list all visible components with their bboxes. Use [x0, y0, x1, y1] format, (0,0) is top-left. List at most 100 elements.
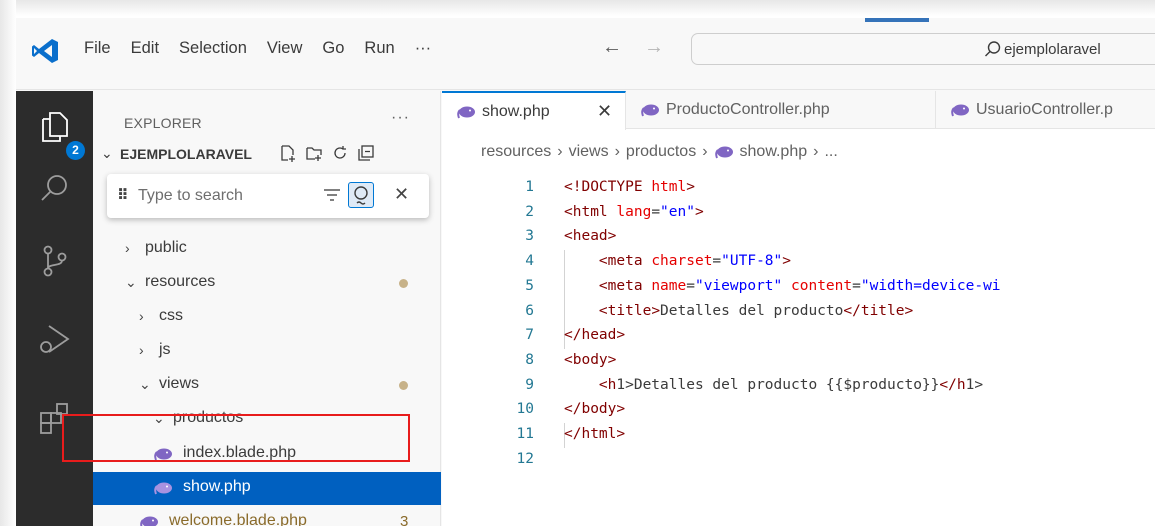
tab-label: ProductoController.php: [666, 101, 830, 118]
tree-item-show-php[interactable]: show.php: [93, 472, 441, 505]
php-elephant-icon: [457, 106, 475, 119]
new-file-icon[interactable]: [279, 144, 297, 162]
modified-dot: [399, 279, 408, 288]
navigation-arrows: ← →: [602, 36, 664, 59]
line-number: 5: [525, 277, 534, 294]
explorer-badge: 2: [66, 141, 85, 160]
code-line[interactable]: <body>: [564, 352, 616, 368]
chevron-right-icon: ›: [702, 143, 708, 160]
window-shadow: [0, 0, 1155, 16]
project-header[interactable]: ⌄ EJEMPLOLARAVEL: [93, 141, 441, 169]
code-line[interactable]: <h1>Detalles del producto {{$producto}}<…: [564, 377, 983, 393]
tree-item-views[interactable]: ⌄ views: [93, 369, 441, 402]
editor-tabs: show.php ✕ ProductoController.php Usuari…: [442, 91, 1155, 130]
window-shadow-left: [0, 0, 16, 526]
breadcrumb-tail[interactable]: ...: [824, 143, 837, 161]
refresh-icon[interactable]: [331, 144, 349, 162]
tab-producto-controller[interactable]: ProductoController.php: [626, 91, 936, 129]
chevron-down-icon: ⌄: [139, 376, 151, 392]
tree-item-label: views: [159, 375, 200, 392]
problems-count: 3: [400, 513, 409, 526]
tree-item-label: css: [159, 307, 183, 324]
breadcrumb-item[interactable]: views: [569, 143, 609, 161]
line-number: 7: [525, 327, 534, 344]
fuzzy-search-icon: [354, 186, 368, 205]
new-folder-icon[interactable]: [305, 144, 323, 162]
chevron-right-icon: ›: [139, 308, 144, 324]
menu-edit[interactable]: Edit: [131, 39, 159, 58]
tree-item-welcome-blade[interactable]: welcome.blade.php 3: [93, 506, 441, 526]
chevron-right-icon: ›: [813, 143, 819, 160]
editor-area: show.php ✕ ProductoController.php Usuari…: [442, 91, 1155, 526]
fuzzy-match-toggle[interactable]: [348, 182, 374, 208]
line-number: 6: [525, 302, 534, 319]
tab-usuario-controller[interactable]: UsuarioController.p: [936, 91, 1155, 129]
code-line[interactable]: <!DOCTYPE html>: [564, 179, 695, 195]
line-number: 4: [525, 253, 534, 270]
search-icon: [985, 41, 1001, 57]
tree-item-label: resources: [145, 273, 216, 290]
close-icon[interactable]: ✕: [394, 184, 409, 205]
drag-handle-icon[interactable]: ⠿: [117, 186, 129, 204]
close-icon[interactable]: ✕: [597, 101, 612, 122]
code-line[interactable]: <title>Detalles del producto</title>: [564, 303, 913, 319]
explorer-title: EXPLORER: [124, 115, 202, 131]
code-line[interactable]: <meta name="viewport" content="width=dev…: [564, 278, 1001, 294]
php-elephant-icon: [140, 516, 158, 526]
tab-label: show.php: [482, 103, 550, 120]
explorer-search-input[interactable]: [138, 181, 338, 211]
code-line[interactable]: </head>: [564, 327, 625, 343]
source-control-icon[interactable]: [37, 243, 73, 279]
php-elephant-icon: [154, 482, 172, 495]
search-icon[interactable]: [37, 171, 73, 207]
run-debug-icon[interactable]: [37, 321, 73, 357]
tree-item-public[interactable]: › public: [93, 233, 441, 266]
breadcrumb-item[interactable]: productos: [626, 143, 696, 161]
menu-selection[interactable]: Selection: [179, 39, 247, 58]
chevron-right-icon: ›: [614, 143, 620, 160]
filter-icon[interactable]: [321, 185, 343, 205]
project-name: EJEMPLOLARAVEL: [120, 146, 252, 162]
breadcrumb-item[interactable]: resources: [481, 143, 551, 161]
menu-more[interactable]: ···: [415, 39, 431, 58]
tree-item-label: public: [145, 239, 187, 256]
explorer-toolbar: [279, 144, 375, 162]
collapse-all-icon[interactable]: [357, 144, 375, 162]
chevron-right-icon: ›: [557, 143, 563, 160]
menu-view[interactable]: View: [267, 39, 302, 58]
code-line[interactable]: <head>: [564, 228, 616, 244]
tree-item-js[interactable]: › js: [93, 335, 441, 368]
line-number: 12: [516, 450, 534, 467]
php-elephant-icon: [951, 104, 969, 117]
tree-item-label: js: [159, 341, 171, 358]
php-elephant-icon: [714, 146, 733, 159]
code-line[interactable]: <html lang="en">: [564, 204, 704, 220]
breadcrumb-file[interactable]: show.php: [740, 143, 808, 161]
forward-arrow-icon[interactable]: →: [644, 36, 664, 59]
code-line[interactable]: </html>: [564, 426, 625, 442]
menu-run[interactable]: Run: [364, 39, 394, 58]
code-line[interactable]: <meta charset="UTF-8">: [564, 253, 791, 269]
modified-dot: [399, 381, 408, 390]
line-number: 10: [516, 401, 534, 418]
command-center[interactable]: ejemplolaravel: [691, 33, 1155, 65]
code-line[interactable]: </body>: [564, 401, 625, 417]
chevron-right-icon: ›: [139, 342, 144, 358]
explorer-more-actions[interactable]: ···: [391, 109, 410, 127]
tree-item-css[interactable]: › css: [93, 301, 441, 334]
back-arrow-icon[interactable]: ←: [602, 36, 622, 59]
explorer-files-icon[interactable]: [37, 109, 73, 145]
line-number: 3: [525, 228, 534, 245]
line-number: 9: [525, 376, 534, 393]
chevron-right-icon: ›: [125, 240, 130, 256]
tree-item-label: show.php: [183, 478, 251, 495]
menu-file[interactable]: File: [84, 39, 111, 58]
menu-go[interactable]: Go: [322, 39, 344, 58]
line-number: 8: [525, 351, 534, 368]
php-elephant-icon: [641, 104, 659, 117]
chevron-down-icon: ⌄: [101, 145, 113, 161]
tree-item-resources[interactable]: ⌄ resources: [93, 267, 441, 300]
highlight-annotation-box: [62, 414, 410, 462]
vscode-logo-icon[interactable]: [30, 36, 60, 66]
tab-show-php[interactable]: show.php ✕: [442, 91, 626, 130]
